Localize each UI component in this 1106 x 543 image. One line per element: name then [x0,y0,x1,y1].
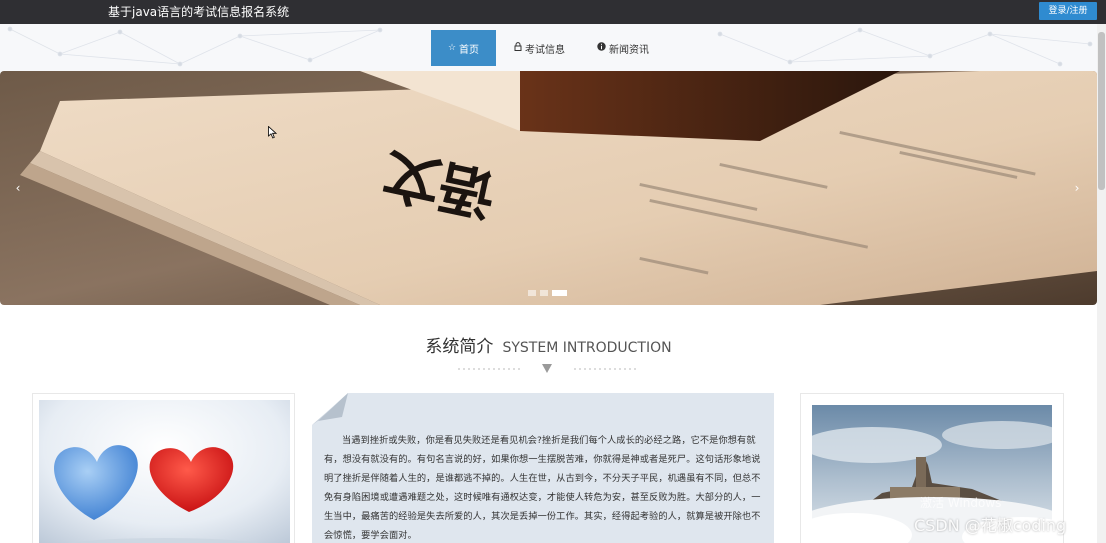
scrollbar-thumb[interactable] [1098,32,1105,190]
carousel-next-arrow-icon[interactable]: › [1069,179,1085,197]
star-icon: ☆ [447,43,457,53]
title-divider-decoration [458,364,636,373]
introduction-text: 当遇到挫折或失败，你是看见失败还是看见机会?挫折是我们每个人成长的必经之路，它不… [324,435,761,541]
system-introduction-panel: 当遇到挫折或失败，你是看见失败还是看见机会?挫折是我们每个人成长的必经之路，它不… [312,393,774,543]
mouse-cursor-icon [268,126,277,139]
nav-item-home[interactable]: ☆ 首页 [431,30,496,66]
carousel-dot[interactable] [540,290,548,296]
chevron-down-icon [542,364,552,373]
info-icon [597,42,606,54]
nav-item-label: 首页 [459,44,480,56]
site-title: 基于java语言的考试信息报名系统 [108,5,290,19]
banner-image: 语文 [0,71,1097,305]
lock-icon [514,42,522,54]
hearts-image [39,400,290,543]
windows-activation-watermark: 激活 Windows [920,496,1002,510]
intro-image-left-card [32,393,295,543]
top-bar: 基于java语言的考试信息报名系统 登录/注册 [0,0,1106,24]
section-title-cn: 系统简介 [425,337,494,357]
banner-carousel: 语文 ‹ › [0,71,1097,305]
carousel-prev-arrow-icon[interactable]: ‹ [10,179,26,197]
page-scrollbar[interactable] [1097,24,1106,543]
nav-item-label: 新闻资讯 [609,44,649,56]
carousel-dot[interactable] [528,290,536,296]
carousel-dots [528,290,567,296]
section-title: 系统简介 SYSTEM INTRODUCTION [0,332,1097,357]
nav-band: ☆ 首页 考试信息 新闻资讯 [0,24,1106,72]
csdn-watermark: CSDN @花椒coding [914,516,1067,535]
page-fold-corner-icon [312,393,348,425]
nav-item-news[interactable]: 新闻资讯 [581,30,665,66]
nav-item-exam-info[interactable]: 考试信息 [498,30,581,66]
main-nav: ☆ 首页 考试信息 新闻资讯 [431,30,665,66]
carousel-dot-active[interactable] [552,290,567,296]
section-title-en: SYSTEM INTRODUCTION [502,340,672,356]
nav-item-label: 考试信息 [525,44,565,56]
login-register-button[interactable]: 登录/注册 [1039,2,1097,20]
